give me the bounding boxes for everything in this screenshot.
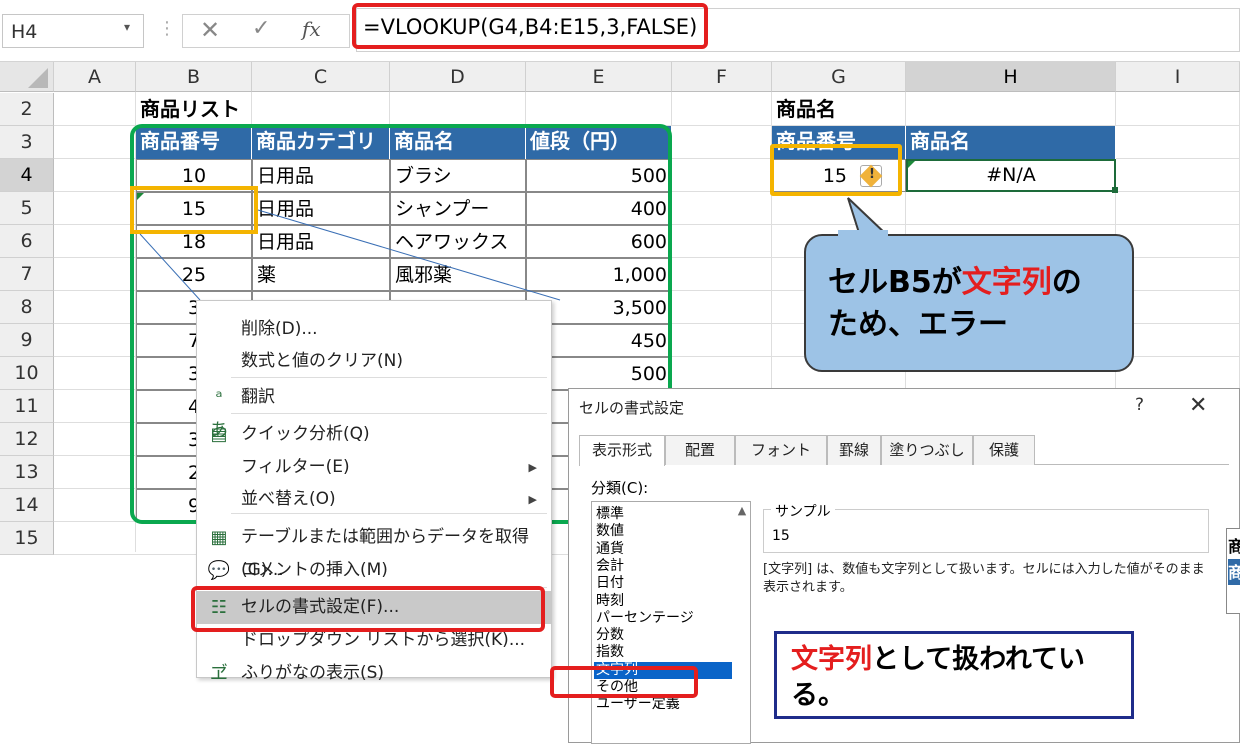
submenu-arrow-icon: ▶ <box>528 461 537 474</box>
tab-5[interactable]: 保護 <box>973 435 1035 465</box>
context-menu-label: フィルター(E) <box>241 457 350 477</box>
context-menu-item-4[interactable]: フィルター(E) ▶ <box>197 451 551 484</box>
help-icon[interactable]: ? <box>1135 395 1144 415</box>
category-highlight <box>550 666 698 698</box>
context-menu-label: コメントの挿入(M) <box>241 560 388 580</box>
menu-separator <box>231 377 547 378</box>
context-menu-label: ふりがなの表示(S) <box>241 663 385 683</box>
callout2-text-b: として扱われてい <box>872 644 1086 675</box>
tab-0[interactable]: 表示形式 <box>579 435 665 466</box>
category-item[interactable]: ユーザー定義 <box>594 696 732 713</box>
callout2-text-a: 文字列 <box>791 644 872 675</box>
callout2-text-c: る。 <box>791 680 845 711</box>
furigana-icon: ヹ <box>210 663 228 684</box>
tab-1[interactable]: 配置 <box>665 435 735 465</box>
menu-separator <box>231 413 547 414</box>
category-label: 分類(C): <box>591 479 649 497</box>
submenu-arrow-icon: ▶ <box>528 493 537 506</box>
table-icon: ▦ <box>210 527 228 548</box>
context-menu: 削除(D)... 数式と値のクリア(N) 翻訳 ᵃあ クイック分析(Q) ▤ フィルター(E… <box>191 300 552 684</box>
fragment-text-2: 商 <box>1228 559 1240 585</box>
context-menu-label: 数式と値のクリア(N) <box>241 351 403 371</box>
tab-2[interactable]: フォント <box>735 435 827 465</box>
category-item[interactable]: 指数 <box>594 644 732 661</box>
callout-pointer-mask <box>838 230 888 238</box>
context-menu-item-10[interactable]: ふりがなの表示(S) ヹ <box>197 657 551 690</box>
category-item[interactable]: 数値 <box>594 523 732 540</box>
context-menu-item-7[interactable]: コメントの挿入(M) 💬 <box>197 554 551 587</box>
context-menu-item-5[interactable]: 並べ替え(O) ▶ <box>197 483 551 516</box>
context-menu-label: 削除(D)... <box>241 319 318 339</box>
tab-3[interactable]: 罫線 <box>827 435 881 465</box>
scroll-up-icon[interactable]: ▲ <box>734 504 750 520</box>
context-menu-label: クイック分析(Q) <box>241 424 370 444</box>
callout-error-reason: セルB5が文字列の ため、エラー <box>804 234 1134 372</box>
category-list[interactable]: ▲ 標準 数値 通貨 会計 日付 時刻 パーセンテージ 分数 指数 文字列 その他 ユーザー定義 <box>591 501 751 744</box>
dialog-title: セルの書式設定 <box>579 399 685 417</box>
context-menu-item-6[interactable]: テーブルまたは範囲からデータを取得(G)... ▦ <box>197 521 551 580</box>
category-item[interactable]: 時刻 <box>594 593 732 610</box>
menu-separator <box>231 513 547 514</box>
context-menu-label: 並べ替え(O) <box>241 489 336 509</box>
category-item[interactable]: 分数 <box>594 627 732 644</box>
context-menu-item-1[interactable]: 数式と値のクリア(N) <box>197 345 551 378</box>
context-menu-item-0[interactable]: 削除(D)... <box>197 313 551 346</box>
category-item[interactable]: 日付 <box>594 575 732 592</box>
sample-label: サンプル <box>771 501 835 521</box>
category-item[interactable]: 会計 <box>594 558 732 575</box>
format-cells-highlight <box>191 586 545 632</box>
tab-4[interactable]: 塗りつぶし <box>881 435 973 465</box>
fragment-text-1: 商 <box>1228 537 1240 556</box>
dialog-tabs: 表示形式 配置 フォント 罫線 塗りつぶし 保護 <box>579 435 1229 466</box>
callout-text-format: 文字列として扱われてい る。 <box>774 631 1134 719</box>
category-item[interactable]: パーセンテージ <box>594 610 732 627</box>
callout1-text-a: セルB5が <box>828 265 962 300</box>
comment-icon: 💬 <box>207 560 231 581</box>
context-menu-label: ドロップダウン リストから選択(K)... <box>241 630 526 650</box>
callout1-text-d: ため、エラー <box>828 307 1008 342</box>
category-description: [文字列] は、数値も文字列として扱います。セルには入力した値がそのまま表示され… <box>763 562 1205 595</box>
callout1-text-b: 文字列 <box>961 265 1052 300</box>
quick-analysis-icon: ▤ <box>210 424 228 445</box>
category-item[interactable]: 標準 <box>594 506 732 523</box>
close-icon[interactable]: ✕ <box>1189 393 1207 418</box>
background-window-fragment: 商 商 <box>1226 528 1240 614</box>
callout1-text-c: の <box>1051 265 1082 300</box>
category-item[interactable]: 通貨 <box>594 541 732 558</box>
context-menu-label: 翻訳 <box>241 387 275 407</box>
context-menu-item-3[interactable]: クイック分析(Q) ▤ <box>197 418 551 451</box>
sample-value: 15 <box>772 528 790 544</box>
context-menu-item-2[interactable]: 翻訳 ᵃあ <box>197 381 551 441</box>
